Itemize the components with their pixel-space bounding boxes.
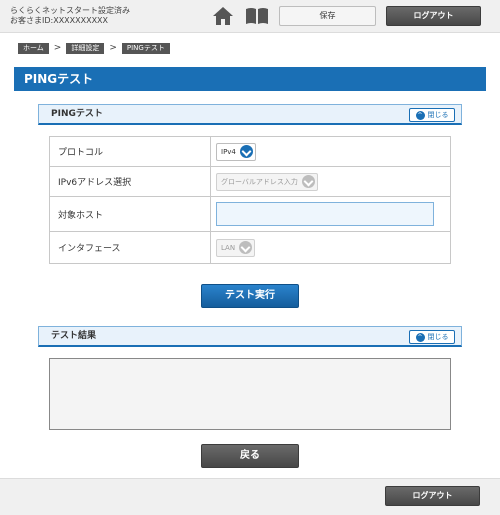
table-row: IPv6アドレス選択 グローバルアドレス入力 [49,166,451,197]
chevron-up-icon: ^ [415,332,425,342]
target-host-label: 対象ホスト [49,196,211,232]
back-button[interactable]: 戻る [201,444,299,468]
breadcrumb-ping-test: PINGテスト [121,42,170,54]
table-row: インタフェース LAN [49,231,451,264]
login-status: らくらくネットスタート設定済み お客さまID:XXXXXXXXXX [10,6,130,26]
ping-settings-table: プロトコル IPv4 IPv6アドレス選択 グローバルアドレス入力 対象ホスト … [49,136,451,264]
ping-section-close-button[interactable]: ^ 閉じる [409,108,455,122]
interface-value: LAN [221,243,236,252]
close-label: 閉じる [427,333,449,341]
ipv6-address-label: IPv6アドレス選択 [49,166,211,197]
protocol-value: IPv4 [221,147,236,156]
breadcrumb-advanced-settings[interactable]: 詳細設定 [66,42,105,54]
result-section-close-button[interactable]: ^ 閉じる [409,330,455,344]
breadcrumb: ホーム > 詳細設定 > PINGテスト [18,42,170,54]
ipv6-address-value: グローバルアドレス入力 [221,177,298,186]
ping-section-title: PINGテスト [51,109,103,119]
customer-id-text: お客さまID:XXXXXXXXXX [10,16,109,25]
breadcrumb-separator: > [109,42,117,53]
target-host-input[interactable] [216,202,434,226]
breadcrumb-home[interactable]: ホーム [18,42,49,54]
page-title: PINGテスト [14,67,486,91]
protocol-label: プロトコル [49,136,211,167]
chevron-up-icon: ^ [415,110,425,120]
chevron-down-icon [239,145,253,158]
chevron-down-icon [301,175,315,188]
setup-status-text: らくらくネットスタート設定済み [10,6,130,15]
breadcrumb-separator: > [53,42,62,53]
ping-section-header: PINGテスト ^ 閉じる [38,104,462,125]
logout-button[interactable]: ログアウト [385,486,480,506]
home-icon[interactable] [212,6,234,26]
table-row: プロトコル IPv4 [49,136,451,167]
chevron-down-icon [239,241,253,254]
result-section-title: テスト結果 [51,331,97,341]
manual-book-icon[interactable] [245,7,269,25]
interface-label: インタフェース [49,231,211,264]
interface-select[interactable]: LAN [216,238,256,257]
top-header: らくらくネットスタート設定済み お客さまID:XXXXXXXXXX 保存 ログア… [0,0,500,33]
run-test-button[interactable]: テスト実行 [201,284,299,308]
protocol-select[interactable]: IPv4 [216,142,256,161]
close-label: 閉じる [427,111,449,119]
table-row: 対象ホスト [49,196,451,232]
result-section-header: テスト結果 ^ 閉じる [38,326,462,347]
footer: ログアウト [0,478,500,515]
test-result-output[interactable] [49,358,451,430]
save-button[interactable]: 保存 [279,6,376,26]
ipv6-address-select[interactable]: グローバルアドレス入力 [216,172,318,191]
logout-button[interactable]: ログアウト [386,6,481,26]
